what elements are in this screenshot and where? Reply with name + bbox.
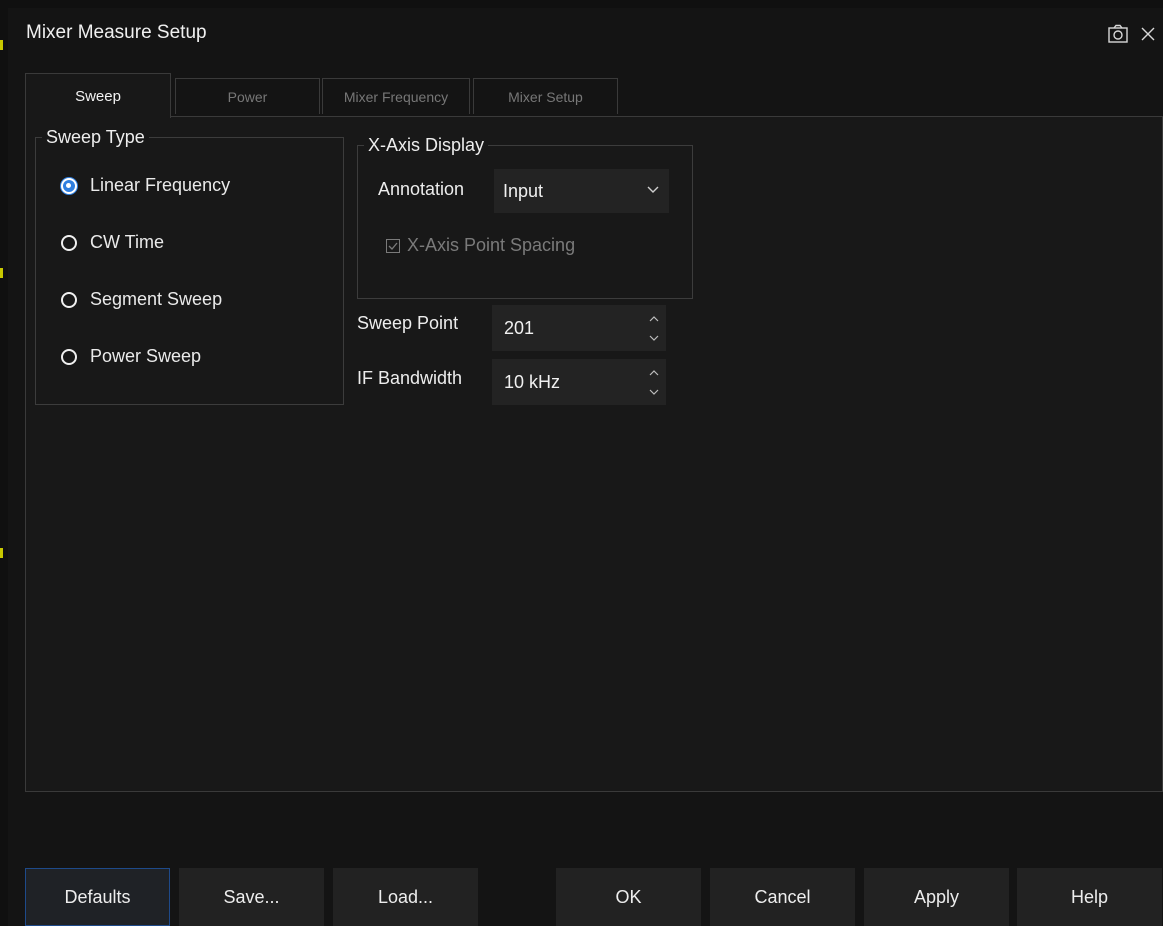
save-button[interactable]: Save... bbox=[179, 868, 324, 926]
checkbox-checked[interactable] bbox=[386, 238, 400, 253]
help-button[interactable]: Help bbox=[1017, 868, 1162, 926]
title-bar-icons bbox=[1103, 20, 1163, 48]
if-bandwidth-label: IF Bandwidth bbox=[357, 368, 463, 388]
radio-button[interactable] bbox=[61, 291, 77, 308]
spin-arrows bbox=[646, 309, 662, 347]
chevron-down-icon[interactable] bbox=[646, 382, 662, 401]
x-axis-display-group: X-Axis Display bbox=[357, 135, 693, 299]
radio-linear-frequency[interactable]: Linear Frequency bbox=[61, 175, 230, 196]
if-bandwidth-spinbox[interactable]: 10 kHz bbox=[492, 359, 666, 405]
close-icon[interactable] bbox=[1133, 20, 1163, 48]
apply-button[interactable]: Apply bbox=[864, 868, 1009, 926]
annotation-dropdown[interactable]: Input bbox=[494, 169, 669, 213]
sweep-point-spinbox[interactable]: 201 bbox=[492, 305, 666, 351]
background-edge-mark bbox=[0, 268, 3, 278]
tab-mixer-frequency[interactable]: Mixer Frequency bbox=[322, 78, 470, 114]
sweep-point-label: Sweep Point bbox=[357, 313, 459, 333]
sweep-tab-panel: Sweep Type Linear Frequency CW Time Segm… bbox=[25, 116, 1163, 792]
radio-button[interactable] bbox=[61, 234, 77, 251]
chevron-down-icon[interactable] bbox=[646, 328, 662, 347]
radio-cw-time[interactable]: CW Time bbox=[61, 232, 164, 253]
cancel-button[interactable]: Cancel bbox=[710, 868, 855, 926]
sweep-point-value[interactable]: 201 bbox=[504, 318, 534, 339]
checkbox-label: X-Axis Point Spacing bbox=[407, 235, 576, 255]
chevron-down-icon bbox=[645, 181, 661, 202]
background-edge-mark bbox=[0, 40, 3, 50]
radio-label: Power Sweep bbox=[90, 346, 202, 366]
radio-label: CW Time bbox=[90, 232, 164, 252]
if-bandwidth-value[interactable]: 10 kHz bbox=[504, 372, 560, 393]
tab-power[interactable]: Power bbox=[175, 78, 320, 114]
annotation-value: Input bbox=[503, 180, 544, 201]
dialog-title: Mixer Measure Setup bbox=[26, 22, 207, 43]
ok-button[interactable]: OK bbox=[556, 868, 701, 926]
camera-icon[interactable] bbox=[1103, 20, 1133, 48]
mixer-measure-setup-dialog: Mixer Measure Setup Sweep Power Mixer Fr… bbox=[8, 8, 1163, 926]
dialog-button-bar: Defaults Save... Load... OK Cancel Apply… bbox=[8, 868, 1163, 926]
sweep-type-legend: Sweep Type bbox=[46, 127, 145, 147]
tab-mixer-setup[interactable]: Mixer Setup bbox=[473, 78, 618, 114]
radio-label: Linear Frequency bbox=[90, 175, 231, 195]
chevron-up-icon[interactable] bbox=[646, 309, 662, 328]
spin-arrows bbox=[646, 363, 662, 401]
annotation-label: Annotation bbox=[378, 179, 465, 199]
background-edge-mark bbox=[0, 548, 3, 558]
radio-button[interactable] bbox=[61, 348, 77, 365]
radio-segment-sweep[interactable]: Segment Sweep bbox=[61, 289, 222, 310]
title-bar: Mixer Measure Setup bbox=[8, 8, 1163, 58]
radio-power-sweep[interactable]: Power Sweep bbox=[61, 346, 201, 367]
radio-label: Segment Sweep bbox=[90, 289, 223, 309]
defaults-button[interactable]: Defaults bbox=[25, 868, 170, 926]
x-axis-display-legend: X-Axis Display bbox=[368, 135, 485, 155]
x-axis-point-spacing-checkbox[interactable]: X-Axis Point Spacing bbox=[386, 235, 575, 256]
tab-sweep[interactable]: Sweep bbox=[25, 73, 171, 118]
chevron-up-icon[interactable] bbox=[646, 363, 662, 382]
load-button[interactable]: Load... bbox=[333, 868, 478, 926]
radio-button-checked[interactable] bbox=[61, 177, 77, 194]
